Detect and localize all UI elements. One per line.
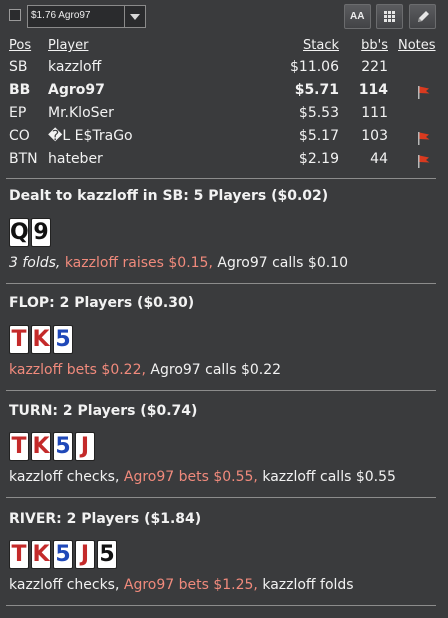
player-bbs: 114 — [358, 82, 388, 98]
action-folds: 3 folds, — [9, 255, 61, 271]
player-name: Mr.KloSer — [48, 105, 114, 121]
action-villain: Agro97 bets $1.25, — [119, 577, 258, 593]
chevron-down-icon[interactable] — [124, 6, 145, 27]
player-bbs: 111 — [361, 105, 388, 121]
table-row[interactable]: SB kazzloff $11.06 221 — [0, 59, 448, 79]
player-stack: $5.53 — [298, 105, 339, 121]
player-stack: $2.19 — [298, 151, 339, 167]
player-bbs: 221 — [361, 59, 388, 75]
action-hero: kazzloff calls $0.55 — [257, 469, 396, 485]
divider — [6, 497, 436, 498]
table-select-value: $1.76 Agro97 — [31, 10, 91, 21]
action-hero: kazzloff checks, — [9, 577, 120, 593]
player-stack: $5.17 — [298, 128, 339, 144]
table-row[interactable]: BB Agro97 $5.71 114 — [0, 82, 448, 102]
note-flag-icon[interactable] — [417, 131, 431, 145]
players-header: Pos Player Stack bb's Notes — [0, 38, 448, 58]
player-pos: SB — [9, 59, 28, 75]
player-name: �L E$TraGo — [48, 128, 133, 144]
note-flag-icon[interactable] — [417, 85, 431, 99]
action-hero: kazzloff bets $0.22, — [9, 362, 146, 378]
turn-actions: kazzloff checks, Agro97 bets $0.55, kazz… — [9, 469, 396, 485]
player-pos: CO — [9, 128, 30, 144]
card: 5 — [53, 325, 73, 354]
table-select[interactable]: $1.76 Agro97 — [27, 5, 146, 28]
action-villain: Agro97 bets $0.55, — [119, 469, 258, 485]
grid-icon — [384, 11, 395, 22]
preflop-actions: 3 folds, kazzloff raises $0.15, Agro97 c… — [9, 255, 348, 271]
card: Q — [9, 218, 29, 247]
table-row[interactable]: EP Mr.KloSer $5.53 111 — [0, 105, 448, 125]
turn-header: TURN: 2 Players ($0.74) — [9, 403, 198, 419]
player-pos: BB — [9, 82, 31, 98]
divider — [6, 178, 436, 179]
grid-button[interactable] — [376, 4, 403, 29]
col-notes[interactable]: Notes — [398, 38, 436, 53]
divider — [6, 283, 436, 284]
card: 5 — [97, 540, 117, 569]
table-checkbox[interactable] — [9, 9, 21, 21]
card: K — [31, 432, 51, 461]
card: K — [31, 325, 51, 354]
table-row[interactable]: CO �L E$TraGo $5.17 103 — [0, 128, 448, 148]
pencil-icon — [418, 11, 429, 22]
edit-button[interactable] — [409, 4, 436, 29]
table-row[interactable]: BTN hateber $2.19 44 — [0, 151, 448, 171]
note-flag-icon[interactable] — [417, 154, 431, 168]
river-header: RIVER: 2 Players ($1.84) — [9, 511, 202, 527]
card: 5 — [53, 540, 73, 569]
river-actions: kazzloff checks, Agro97 bets $1.25, kazz… — [9, 577, 354, 593]
col-stack[interactable]: Stack — [303, 38, 339, 53]
action-hero: kazzloff folds — [257, 577, 354, 593]
player-name: kazzloff — [48, 59, 102, 75]
card: J — [75, 432, 95, 461]
player-bbs: 44 — [370, 151, 388, 167]
card: T — [9, 325, 29, 354]
flop-header: FLOP: 2 Players ($0.30) — [9, 295, 195, 311]
col-bbs[interactable]: bb's — [361, 38, 388, 53]
player-name: Agro97 — [48, 82, 105, 98]
player-name: hateber — [48, 151, 103, 167]
flop-actions: kazzloff bets $0.22, Agro97 calls $0.22 — [9, 362, 281, 378]
font-size-button[interactable]: AA — [344, 4, 371, 29]
preflop-header: Dealt to kazzloff in SB: 5 Players ($0.0… — [9, 188, 329, 204]
card: J — [75, 540, 95, 569]
card: T — [9, 432, 29, 461]
card: T — [9, 540, 29, 569]
player-pos: EP — [9, 105, 27, 121]
col-pos[interactable]: Pos — [9, 38, 31, 53]
player-bbs: 103 — [361, 128, 388, 144]
card: 9 — [31, 218, 51, 247]
card: 5 — [53, 432, 73, 461]
toolbar: $1.76 Agro97 AA — [0, 0, 448, 34]
action-villain: Agro97 calls $0.22 — [145, 362, 282, 378]
card: K — [31, 540, 51, 569]
player-pos: BTN — [9, 151, 38, 167]
col-player[interactable]: Player — [48, 38, 88, 53]
action-villain: Agro97 calls $0.10 — [212, 255, 348, 271]
font-size-icon: AA — [350, 11, 365, 22]
divider — [6, 390, 436, 391]
player-stack: $11.06 — [290, 59, 339, 75]
player-stack: $5.71 — [294, 82, 339, 98]
action-hero: kazzloff raises $0.15, — [60, 255, 213, 271]
divider — [6, 605, 436, 606]
action-hero: kazzloff checks, — [9, 469, 120, 485]
